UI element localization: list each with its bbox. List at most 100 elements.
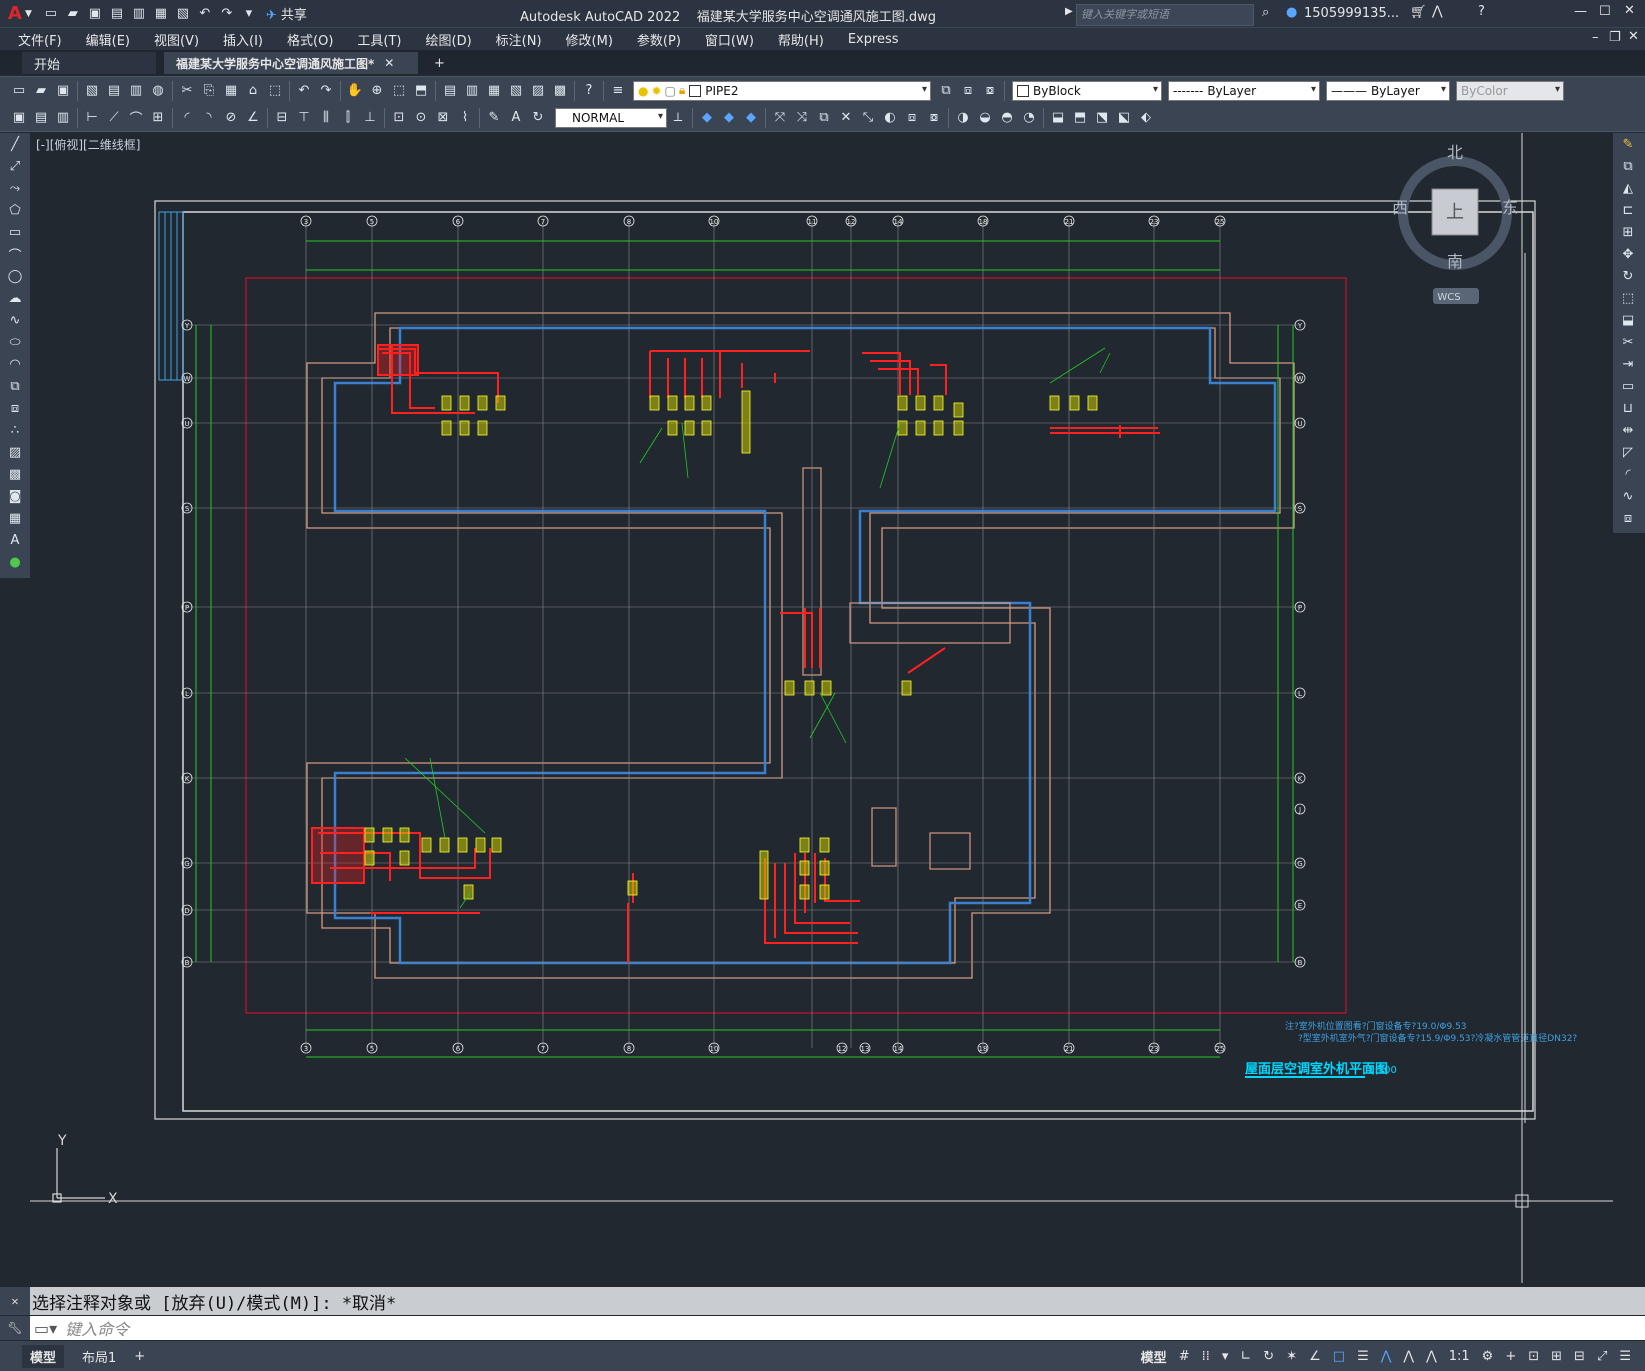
customize-icon[interactable]: ▾ [240,5,258,23]
tab-close-icon[interactable]: ✕ [384,56,394,70]
make-block-icon[interactable]: ⧈ [0,397,30,419]
point-icon[interactable]: ∴ [0,419,30,441]
layer-on-icon[interactable]: ● [638,84,648,98]
view-2-icon[interactable]: ◆ [720,109,738,127]
grid-icon[interactable]: # [1173,1349,1196,1364]
print-icon[interactable]: ▧ [83,82,101,100]
quickcalc-icon[interactable]: ▩ [551,82,569,100]
tab-drawing[interactable]: 福建某大学服务中心空调通风施工图* ✕ [164,52,418,74]
break-icon[interactable]: ⊔ [1613,397,1643,419]
block-editor-icon[interactable]: ⬚ [266,82,284,100]
polar-icon[interactable]: ↻ [1257,1349,1280,1364]
search-icon[interactable]: ⌕ [1262,5,1269,20]
new-tab-button[interactable]: + [422,52,457,74]
fillet-icon[interactable]: ◜ [1613,463,1643,485]
array-icon[interactable]: ⊞ [1613,221,1643,243]
snap-icon[interactable]: ⁞⁞ [1196,1349,1216,1364]
aligned-dim-icon[interactable]: ⟋ [105,109,123,127]
tool-2-icon[interactable]: ▤ [32,109,50,127]
copy-object-icon[interactable]: ⧉ [1613,155,1643,177]
break-dim-icon[interactable]: ⊥ [361,109,379,127]
lineweight-dropdown[interactable]: ——— ByLayer ▾ [1326,80,1450,101]
jogged-dim-icon[interactable]: ◝ [200,109,218,127]
space-dim-icon[interactable]: ⫿ [339,109,357,127]
circle-icon[interactable]: ◯ [0,265,30,287]
zoom-previous-icon[interactable]: ⬒ [412,82,430,100]
modify-1-icon[interactable]: ⤧ [771,109,789,127]
modify-2-icon[interactable]: ⤨ [793,109,811,127]
properties-icon[interactable]: ▤ [441,82,459,100]
make-current-icon[interactable]: ⧉ [937,82,955,100]
layer-match-icon[interactable]: ⧈ [959,82,977,100]
osnap-icon[interactable]: □ [1327,1349,1351,1364]
tool-1-icon[interactable]: ▣ [10,109,28,127]
user-icon[interactable]: ● [1286,5,1297,20]
dim-style-icon[interactable]: ⟂ [669,109,687,127]
menu-edit[interactable]: 编辑(E) [74,30,142,49]
erase-icon[interactable]: ✎ [1613,133,1643,155]
join-icon[interactable]: ⇹ [1613,419,1643,441]
compass-south[interactable]: 南 [1447,252,1463,271]
table-icon[interactable]: ▦ [0,507,30,529]
render-5-icon[interactable]: ⬖ [1137,109,1155,127]
modify-6-icon[interactable]: ◐ [881,109,899,127]
open-icon[interactable]: ▰ [32,82,50,100]
help-toolbar-icon[interactable]: ? [580,82,598,100]
redo-toolbar-icon[interactable]: ↷ [317,82,335,100]
close-icon[interactable]: ✕ [1624,3,1635,18]
search-expand-icon[interactable]: ▶ [1065,6,1073,17]
text-style-dropdown[interactable]: NORMAL ▾ [555,107,667,128]
menu-tools[interactable]: 工具(T) [345,30,413,49]
publish-icon[interactable]: ▥ [127,82,145,100]
cart-icon[interactable]: 🛒︎ [1410,5,1427,20]
layout-tab-add[interactable]: + [128,1349,151,1364]
polyline-icon[interactable]: ⤳ [0,177,30,199]
match-props-icon[interactable]: ⌂ [244,82,262,100]
paste-icon[interactable]: ▦ [222,82,240,100]
menu-modify[interactable]: 修改(M) [554,30,625,49]
revision-cloud-icon[interactable]: ☁ [0,287,30,309]
arc-length-icon[interactable]: ⌒ [127,109,145,127]
auto-scale-icon[interactable]: ⋀ [1397,1349,1420,1364]
update-dim-icon[interactable]: ↻ [529,109,547,127]
line-icon[interactable]: ╱ [0,133,30,155]
layout-tab-model[interactable]: 模型 [22,1344,65,1368]
render-2-icon[interactable]: ⬒ [1071,109,1089,127]
compass-east[interactable]: 东 [1502,198,1518,217]
snap-menu-icon[interactable]: ▾ [1216,1349,1235,1364]
visual-4-icon[interactable]: ◔ [1020,109,1038,127]
stretch-icon[interactable]: ⬓ [1613,309,1643,331]
ordinate-dim-icon[interactable]: ⊞ [149,109,167,127]
ortho-icon[interactable]: ∟ [1234,1349,1257,1364]
menu-parametric[interactable]: 参数(P) [625,30,693,49]
app-menu-chevron-icon[interactable]: ▼ [25,9,32,19]
open-file-icon[interactable]: ▰ [64,5,82,23]
modify-7-icon[interactable]: ⧈ [903,109,921,127]
qnew-icon[interactable]: ▭ [10,82,28,100]
arc-icon[interactable]: ⌒ [0,243,30,265]
lineweight-icon[interactable]: ☰ [1351,1349,1375,1364]
menu-help[interactable]: 帮助(H) [766,30,836,49]
continue-dim-icon[interactable]: ⫼ [317,109,335,127]
maximize-icon[interactable]: ☐ [1599,4,1611,19]
radius-dim-icon[interactable]: ◜ [178,109,196,127]
command-input[interactable]: 🔧︎ ▭▾ 键入命令 [0,1316,1645,1340]
layout-tab-layout1[interactable]: 布局1 [76,1347,122,1366]
render-1-icon[interactable]: ⬓ [1049,109,1067,127]
region-icon[interactable]: ◙ [0,485,30,507]
gradient-icon[interactable]: ▩ [0,463,30,485]
save-web-icon[interactable]: ▥ [130,5,148,23]
annotation-scale-icon[interactable]: ⋀ [1420,1349,1443,1364]
layer-thaw-icon[interactable]: ✹ [651,84,661,98]
ellipse-icon[interactable]: ⬭ [0,331,30,353]
chamfer-icon[interactable]: ◸ [1613,441,1643,463]
workspace-gear-icon[interactable]: ⚙ [1476,1349,1500,1364]
isodraft-icon[interactable]: ✶ [1280,1349,1303,1364]
copy-icon[interactable]: ⎘ [200,82,218,100]
markup-icon[interactable]: ▨ [529,82,547,100]
view-1-icon[interactable]: ◆ [698,109,716,127]
annotation-visibility-icon[interactable]: ⋀ [1375,1349,1398,1364]
plot-icon[interactable]: ▧ [174,5,192,23]
save-icon[interactable]: ▣ [86,5,104,23]
insert-block-icon[interactable]: ⧉ [0,375,30,397]
